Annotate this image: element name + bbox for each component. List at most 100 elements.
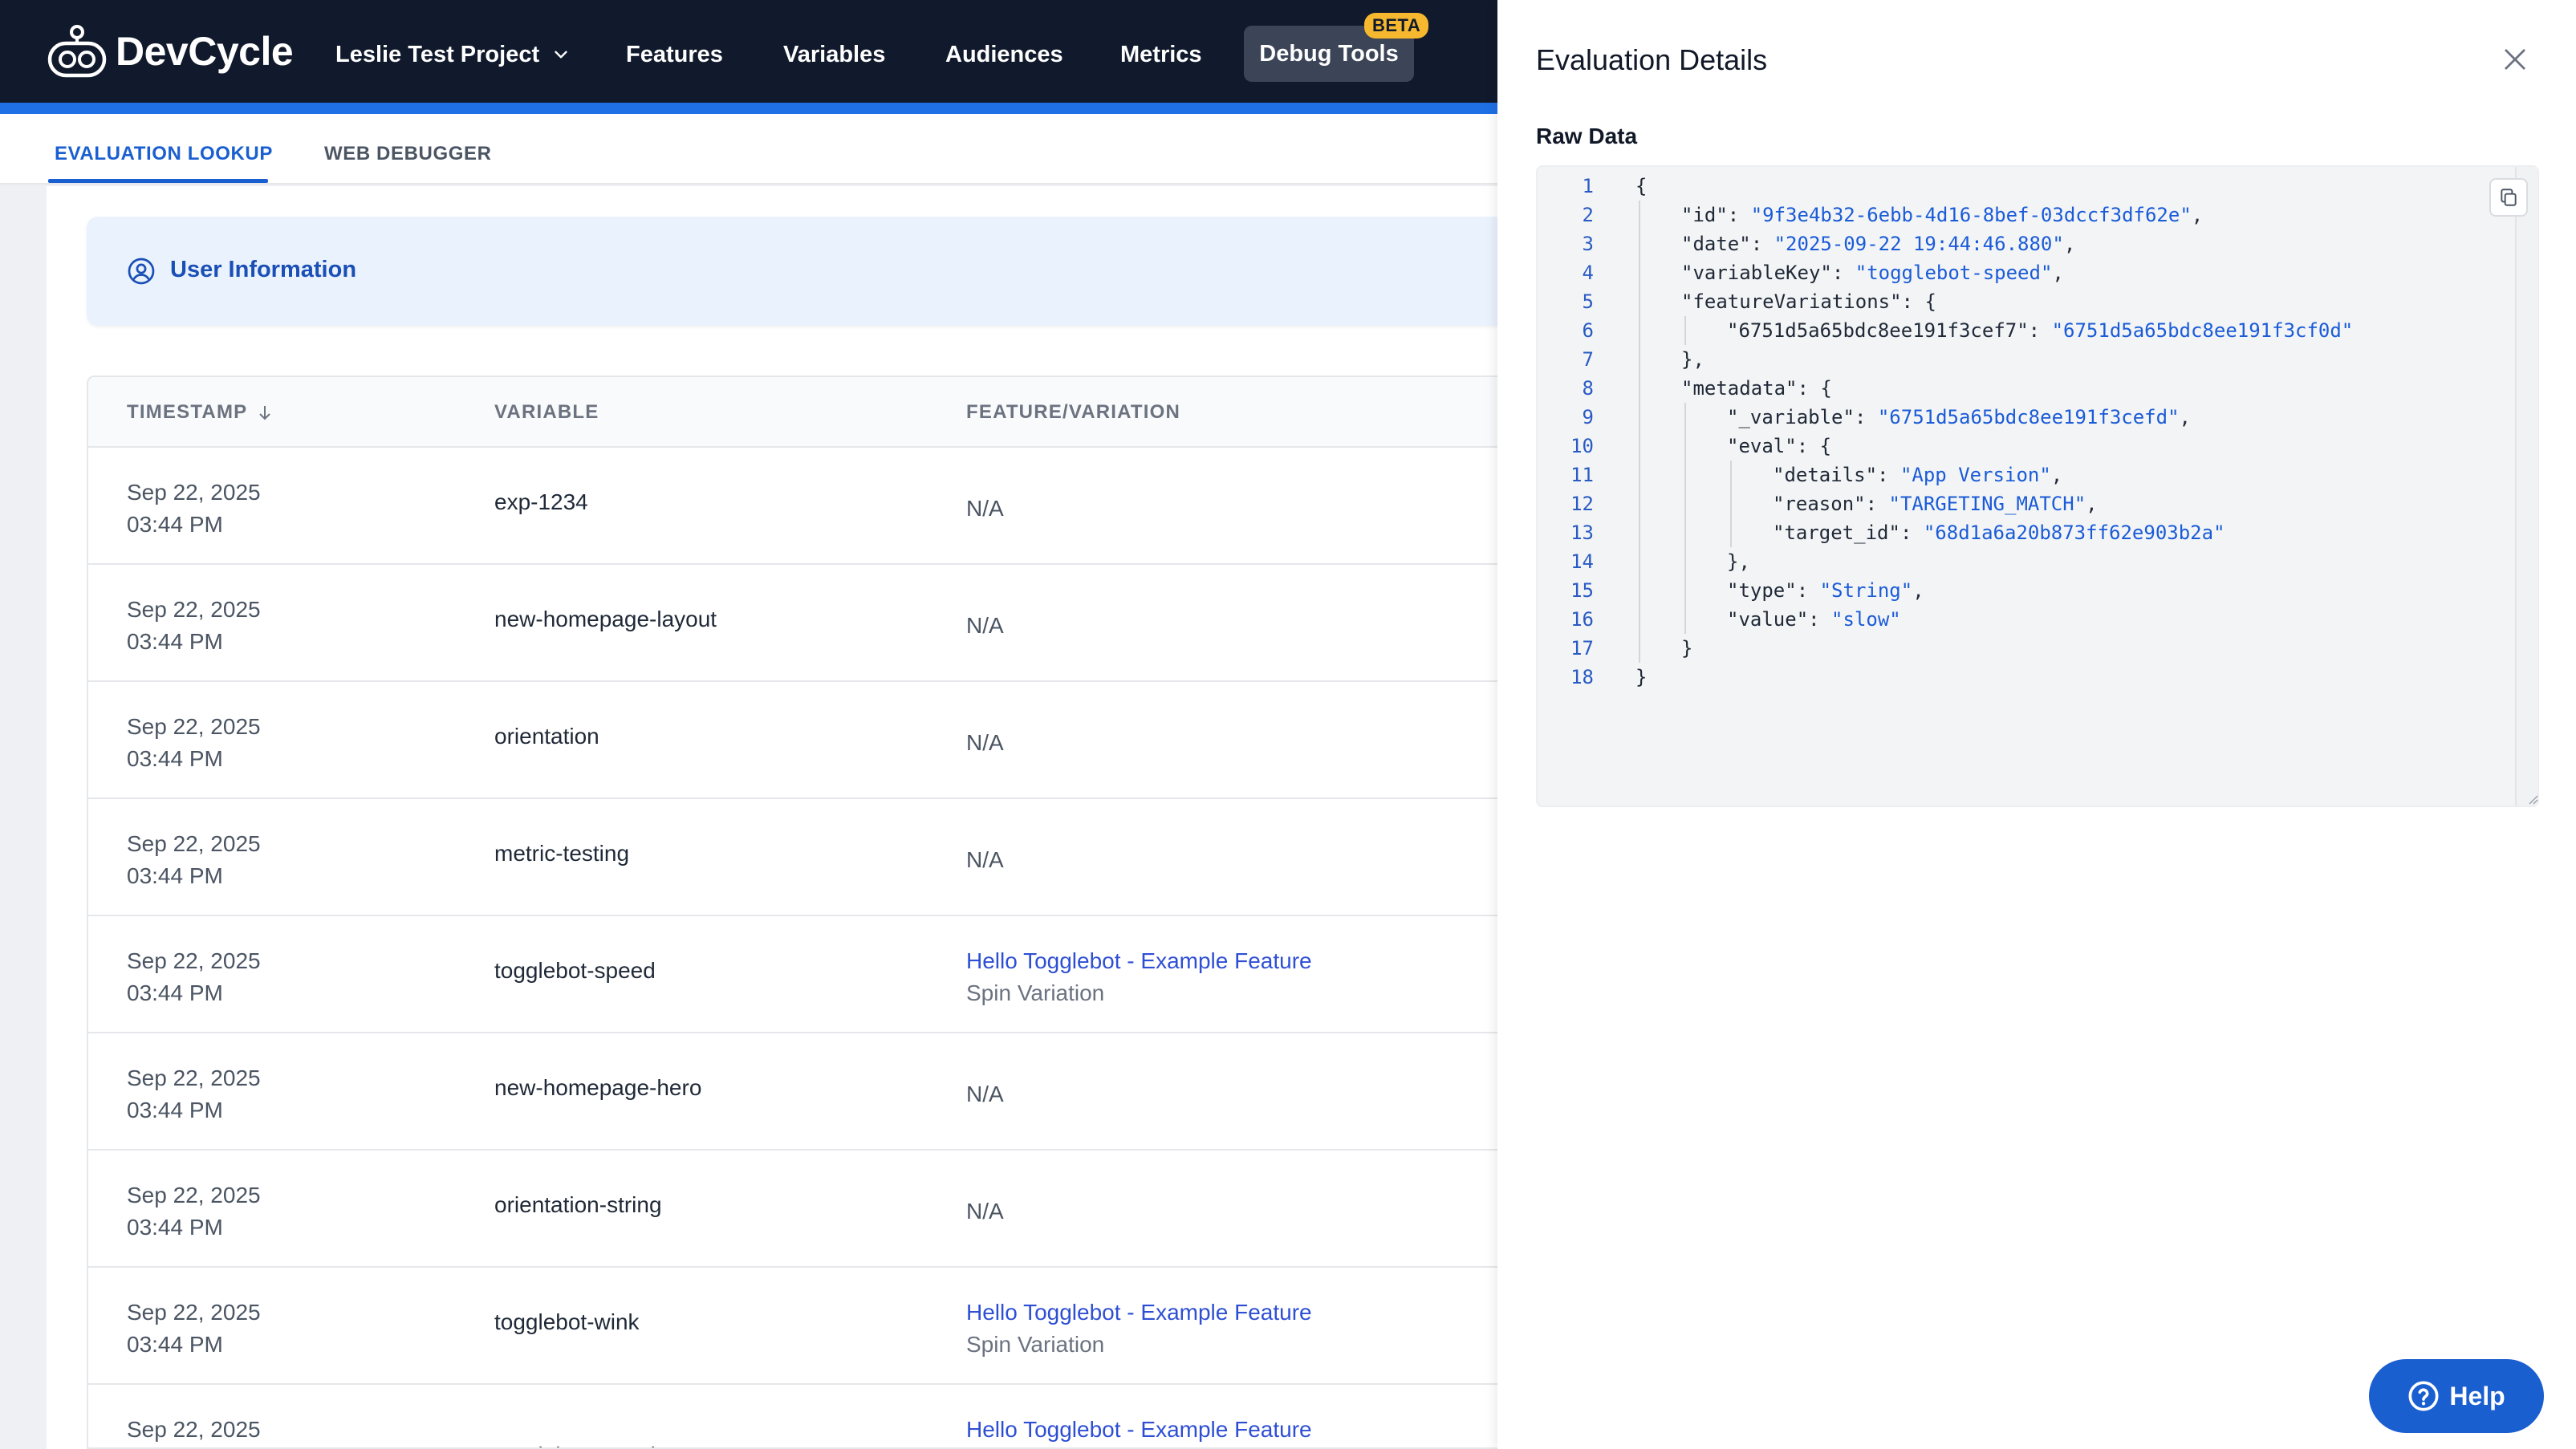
indent-guide (1684, 316, 1686, 345)
indent-guide (1639, 605, 1640, 634)
code-line: 14}, (1538, 547, 2460, 576)
beta-badge: BETA (1364, 13, 1429, 39)
code-line: 6 "6751d5a65bdc8ee191f3cef7": "6751d5a65b… (1538, 316, 2460, 345)
tab-web-debugger[interactable]: WEB DEBUGGER (324, 143, 492, 165)
code-line: 2 "id": "9f3e4b32-6ebb-4d16-8bef-03dccf3d… (1538, 201, 2460, 229)
nav-accent-bar (0, 103, 1497, 114)
indent-guide (1684, 461, 1686, 489)
code-text: { (1635, 175, 1648, 197)
code-text: "type": "String", (1727, 579, 1924, 602)
tab-evaluation-lookup[interactable]: EVALUATION LOOKUP (55, 143, 273, 165)
line-number: 1 (1582, 175, 1594, 197)
row-timestamp: Sep 22, 2025 03:44 PM (127, 831, 261, 888)
project-selector[interactable]: Leslie Test Project (335, 32, 571, 77)
row-variable: new-homepage-layout (494, 607, 717, 631)
indent-guide (1639, 229, 1640, 258)
code-line: 8 "metadata": { (1538, 374, 2460, 403)
header-variable: VARIABLE (494, 401, 599, 423)
feature-link[interactable]: Hello Togglebot - Example Feature (966, 1297, 1312, 1329)
code-line: 3 "date": "2025-09-22 19:44:46.880", (1538, 229, 2460, 258)
table-row[interactable]: Sep 22, 2025 03:44 PM orientation-string … (88, 1151, 1497, 1268)
drawer-title: Evaluation Details (1536, 43, 1768, 76)
line-number: 12 (1570, 493, 1594, 515)
raw-data-label: Raw Data (1536, 124, 1638, 148)
resize-handle-icon[interactable] (2526, 793, 2539, 806)
help-label: Help (2449, 1381, 2505, 1410)
line-number: 7 (1582, 348, 1594, 371)
indent-guide (1639, 489, 1640, 518)
user-information-label: User Information (170, 257, 357, 282)
indent-guide (1730, 461, 1732, 489)
nav-audiences[interactable]: Audiences (945, 32, 1063, 77)
header-timestamp-label: TIMESTAMP (127, 401, 248, 423)
nav-variables[interactable]: Variables (783, 32, 885, 77)
devcycle-logo[interactable]: DevCycle (47, 22, 294, 80)
header-timestamp[interactable]: TIMESTAMP (127, 401, 274, 424)
nav-metrics[interactable]: Metrics (1120, 32, 1202, 77)
row-variable: exp-1234 (494, 489, 588, 514)
code-text: "target_id": "68d1a6a20b873ff62e903b2a" (1773, 522, 2225, 544)
code-text: "id": "9f3e4b32-6ebb-4d16-8bef-03dccf3df… (1681, 204, 2204, 226)
code-text: "featureVariations": { (1681, 290, 1936, 313)
user-information-panel[interactable]: User Information (87, 217, 1497, 326)
indent-guide (1684, 403, 1686, 432)
table-row[interactable]: Sep 22, 2025 03:44 PM metric-testing N/A (88, 799, 1497, 916)
feature-link[interactable]: Hello Togglebot - Example Feature (966, 945, 1312, 977)
code-text: "metadata": { (1681, 377, 1832, 400)
table-row[interactable]: Sep 22, 2025 03:44 PM exp-1234 N/A (88, 448, 1497, 565)
line-number: 2 (1582, 204, 1594, 226)
editor-scrollbar[interactable] (2515, 167, 2537, 806)
indent-guide (1684, 576, 1686, 605)
copy-button[interactable] (2489, 178, 2528, 217)
code-text: } (1635, 666, 1648, 688)
top-navigation: DevCycle Leslie Test Project Features Va… (0, 0, 1497, 103)
table-row[interactable]: Sep 22, 2025 03:44 PM orientation N/A (88, 682, 1497, 799)
row-variable: new-homepage-hero (494, 1075, 702, 1100)
table-row[interactable]: Sep 22, 2025 03:44 PM new-homepage-hero N… (88, 1033, 1497, 1151)
user-circle-icon (128, 258, 155, 285)
table-row[interactable]: Sep 22, 2025 03:44 PM new-homepage-layout… (88, 565, 1497, 682)
row-timestamp: Sep 22, 2025 03:44 PM (127, 714, 261, 771)
line-number: 15 (1570, 579, 1594, 602)
indent-guide (1639, 461, 1640, 489)
copy-icon (2501, 189, 2517, 206)
row-feature: Hello Togglebot - Example Feature Spin V… (966, 945, 1312, 1009)
nav-features[interactable]: Features (626, 32, 723, 77)
indent-guide (1639, 287, 1640, 316)
indent-guide (1639, 345, 1640, 374)
line-number: 17 (1570, 637, 1594, 660)
table-row[interactable]: Sep 22, 2025 togglebot-speed Hello Toggl… (88, 1385, 1497, 1447)
row-variable: orientation (494, 724, 599, 749)
evaluation-details-drawer: Evaluation Details Raw Data 1{2 "id": "9f… (1497, 0, 2576, 1449)
indent-guide (1639, 374, 1640, 403)
feature-link[interactable]: Hello Togglebot - Example Feature (966, 1414, 1312, 1446)
line-number: 9 (1582, 406, 1594, 428)
code-line: 15 "type": "String", (1538, 576, 2460, 605)
code-text: }, (1681, 348, 1704, 371)
code-line: 7}, (1538, 345, 2460, 374)
code-line: 13 "target_id": "68d1a6a20b873ff62e903b2a… (1538, 518, 2460, 547)
help-button[interactable]: Help (2369, 1359, 2544, 1433)
code-line: 1{ (1538, 172, 2460, 201)
table-row[interactable]: Sep 22, 2025 03:44 PM togglebot-wink Hell… (88, 1268, 1497, 1385)
project-name: Leslie Test Project (335, 42, 540, 67)
indent-guide (1684, 489, 1686, 518)
indent-guide (1639, 316, 1640, 345)
row-feature: N/A (966, 730, 1004, 755)
row-timestamp: Sep 22, 2025 (127, 1417, 261, 1442)
line-number: 16 (1570, 608, 1594, 631)
code-line: 17} (1538, 634, 2460, 663)
arrow-down-icon (259, 406, 271, 420)
line-number: 5 (1582, 290, 1594, 313)
raw-data-editor[interactable]: 1{2 "id": "9f3e4b32-6ebb-4d16-8bef-03dccf… (1536, 165, 2539, 807)
table-row[interactable]: Sep 22, 2025 03:44 PM togglebot-speed Hel… (88, 916, 1497, 1033)
indent-guide (1639, 403, 1640, 432)
line-number: 14 (1570, 550, 1594, 573)
row-feature: N/A (966, 496, 1004, 521)
code-text: "value": "slow" (1727, 608, 1901, 631)
close-icon[interactable] (2501, 45, 2529, 74)
row-feature: Hello Togglebot - Example Feature (966, 1414, 1312, 1446)
code-text: "date": "2025-09-22 19:44:46.880", (1681, 233, 2076, 255)
indent-guide (1684, 518, 1686, 547)
chevron-down-icon (555, 51, 567, 59)
